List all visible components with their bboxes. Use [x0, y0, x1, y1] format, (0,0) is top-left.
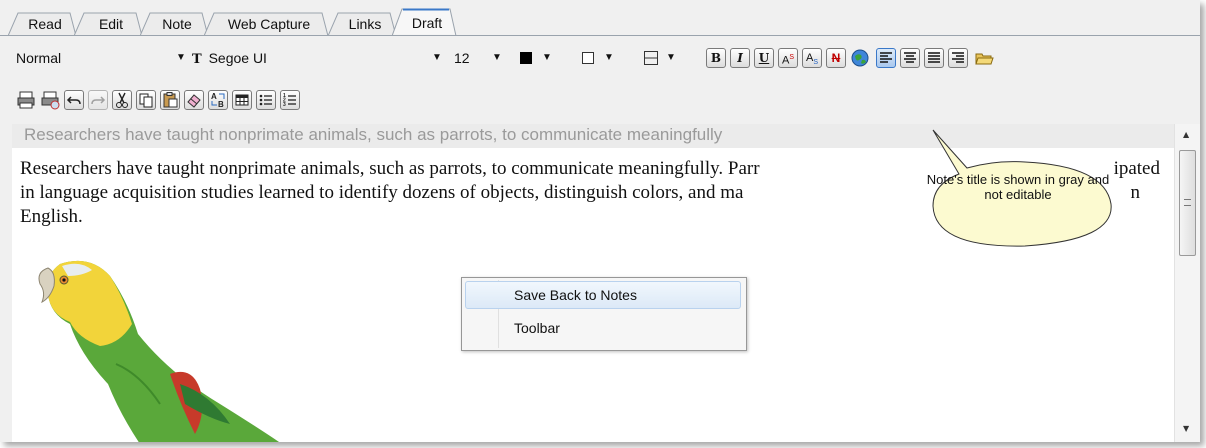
font-select[interactable]: T Segoe UI ▼ [192, 48, 444, 68]
edit-toolbar: AB 123 [0, 84, 1200, 120]
bullet-list-icon [259, 94, 272, 106]
align-left-icon [880, 52, 892, 63]
format-toolbar: Normal ▼ T Segoe UI ▼ 12 ▼ ▼ ▼ ▼ B I U A… [0, 36, 1200, 84]
insert-table-button[interactable] [232, 90, 252, 110]
superscript-mark: S [789, 54, 794, 61]
context-menu: Save Back to Notes Toolbar [461, 277, 747, 351]
print-icon[interactable] [16, 90, 36, 110]
tab-read[interactable]: Read [8, 12, 82, 36]
chevron-down-icon: ▼ [542, 52, 552, 63]
text-color-swatch [520, 52, 532, 64]
font-type-icon: T [192, 52, 202, 67]
font-size-select[interactable]: 12 ▼ [454, 48, 514, 68]
copy-icon [139, 93, 153, 108]
scissors-icon [116, 92, 128, 108]
superscript-button[interactable]: AS [778, 48, 798, 68]
tab-note-label: Note [162, 16, 192, 32]
chevron-down-icon: ▼ [432, 52, 442, 63]
scroll-up-arrow[interactable]: ▲ [1183, 130, 1189, 139]
globe-icon[interactable] [850, 48, 870, 68]
tab-read-label: Read [28, 16, 62, 32]
subscript-button[interactable]: AS [802, 48, 822, 68]
body-line-2: in language acquisition studies learned … [20, 182, 744, 203]
tab-web-capture-label: Web Capture [227, 16, 311, 32]
body-line-1: Researchers have taught nonprimate anima… [20, 158, 760, 179]
tab-draft[interactable]: Draft [392, 8, 462, 36]
svg-text:3: 3 [283, 102, 286, 108]
text-color-picker[interactable]: ▼ [520, 48, 570, 68]
svg-text:A: A [211, 92, 217, 101]
table-icon [235, 94, 249, 106]
bold-button[interactable]: B [706, 48, 726, 68]
subscript-mark: S [813, 59, 818, 67]
chevron-down-icon: ▼ [666, 52, 676, 63]
scroll-down-arrow[interactable]: ▼ [1183, 424, 1189, 433]
align-left-button[interactable] [876, 48, 896, 68]
body-line-3: English. [20, 206, 83, 227]
copy-button[interactable] [136, 90, 156, 110]
align-justify-button[interactable] [924, 48, 944, 68]
vertical-scrollbar[interactable]: ▲ ▼ [1174, 124, 1200, 442]
paste-button[interactable] [160, 90, 180, 110]
tab-links[interactable]: Links [328, 12, 402, 36]
menu-item-save-back-to-notes[interactable]: Save Back to Notes [465, 281, 741, 309]
numbered-list-button[interactable]: 123 [280, 90, 300, 110]
scroll-thumb[interactable] [1179, 150, 1196, 256]
grip-icon [1184, 199, 1191, 206]
numbered-list-icon: 123 [283, 93, 296, 108]
redo-button[interactable] [88, 90, 108, 110]
font-size-value: 12 [454, 50, 470, 66]
open-folder-icon[interactable] [974, 48, 994, 68]
note-window: Read Edit Note Web Capture Links Draft N… [0, 0, 1200, 442]
underline-button[interactable]: U [754, 48, 774, 68]
highlight-color-swatch [582, 52, 594, 64]
tab-edit[interactable]: Edit [74, 12, 148, 36]
style-select-value: Normal [16, 50, 62, 66]
find-replace-button[interactable]: AB [208, 90, 228, 110]
style-select[interactable]: Normal ▼ [16, 48, 186, 68]
strikethrough-label: N [831, 51, 841, 65]
svg-text:B: B [218, 100, 224, 109]
strikethrough-button[interactable]: N [826, 48, 846, 68]
align-justify-icon [928, 52, 940, 63]
menu-item-toolbar[interactable]: Toolbar [465, 314, 741, 342]
border-picker[interactable]: ▼ [644, 48, 694, 68]
undo-icon [66, 96, 81, 105]
body-line-2-end: n [1130, 182, 1141, 203]
undo-button[interactable] [64, 90, 84, 110]
tab-web-capture[interactable]: Web Capture [204, 12, 334, 36]
parrot-image [38, 260, 280, 442]
bullet-list-button[interactable] [256, 90, 276, 110]
tab-bar: Read Edit Note Web Capture Links Draft [0, 6, 1200, 36]
redo-icon [91, 96, 106, 105]
tab-links-label: Links [348, 16, 382, 32]
callout-balloon: Note's title is shown in gray and not ed… [925, 129, 1125, 286]
align-right-icon [952, 52, 964, 63]
border-icon [644, 51, 658, 65]
italic-button[interactable]: I [730, 48, 750, 68]
chevron-down-icon: ▼ [176, 52, 186, 63]
replace-icon: AB [211, 92, 225, 109]
chevron-down-icon: ▼ [492, 52, 502, 63]
align-center-icon [904, 52, 916, 63]
font-select-value: Segoe UI [208, 50, 267, 66]
tab-edit-label: Edit [98, 16, 124, 32]
format-painter-button[interactable] [184, 90, 204, 110]
clipboard-icon [163, 92, 178, 108]
tab-note[interactable]: Note [140, 12, 214, 36]
eraser-icon [187, 94, 201, 108]
print-preview-icon[interactable] [40, 90, 60, 110]
highlight-color-picker[interactable]: ▼ [582, 48, 632, 68]
align-right-button[interactable] [948, 48, 968, 68]
cut-button[interactable] [112, 90, 132, 110]
align-center-button[interactable] [900, 48, 920, 68]
callout-text: Note's title is shown in gray and not ed… [926, 172, 1110, 202]
chevron-down-icon: ▼ [604, 52, 614, 63]
tab-draft-label: Draft [411, 15, 443, 31]
